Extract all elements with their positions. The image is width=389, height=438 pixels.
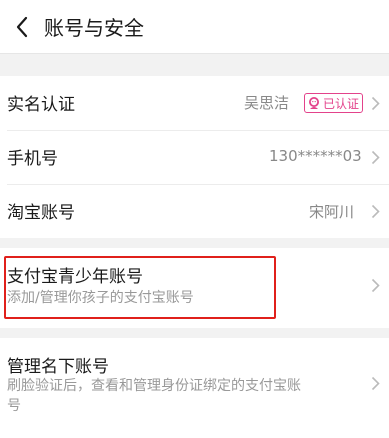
chevron-right-icon: [371, 96, 380, 111]
taobao-account-label: 淘宝账号: [7, 203, 75, 223]
chevron-right-icon: [371, 376, 380, 391]
teen-account-row[interactable]: 支付宝青少年账号 添加/管理你孩子的支付宝账号: [0, 248, 389, 328]
user-avatar-icon: [309, 97, 319, 109]
teen-account-description: 添加/管理你孩子的支付宝账号: [7, 290, 194, 306]
verified-badge-text: 已认证: [323, 96, 360, 111]
teen-account-group: 支付宝青少年账号 添加/管理你孩子的支付宝账号: [0, 248, 389, 328]
manage-accounts-description-line2: 号: [7, 398, 21, 414]
chevron-right-icon: [371, 150, 380, 165]
phone-label: 手机号: [7, 149, 58, 169]
back-button[interactable]: [4, 0, 40, 53]
taobao-account-value: 宋阿川: [309, 203, 355, 221]
manage-accounts-row[interactable]: 管理名下账号 刷脸验证后，查看和管理身份证绑定的支付宝账 号: [0, 338, 389, 438]
manage-accounts-label: 管理名下账号: [7, 357, 109, 377]
taobao-account-row[interactable]: 淘宝账号 宋阿川: [0, 185, 389, 238]
real-name-value: 吴思洁: [244, 94, 290, 112]
real-name-row[interactable]: 实名认证 吴思洁 已认证: [0, 76, 389, 130]
chevron-left-icon: [16, 16, 28, 37]
manage-accounts-description-line1: 刷脸验证后，查看和管理身份证绑定的支付宝账: [7, 378, 301, 394]
phone-row[interactable]: 手机号 130******03: [0, 131, 389, 184]
chevron-right-icon: [371, 278, 380, 293]
phone-value: 130******03: [269, 147, 362, 165]
verified-badge: 已认证: [304, 93, 364, 113]
header-divider: [0, 53, 389, 54]
account-info-group: 实名认证 吴思洁 已认证 手机号 130******03 淘宝账号 宋阿川: [0, 76, 389, 238]
teen-account-label: 支付宝青少年账号: [7, 267, 143, 287]
page-title: 账号与安全: [44, 16, 144, 40]
chevron-right-icon: [371, 204, 380, 219]
top-bar: 账号与安全: [0, 0, 389, 53]
real-name-label: 实名认证: [7, 95, 75, 115]
manage-accounts-group: 管理名下账号 刷脸验证后，查看和管理身份证绑定的支付宝账 号: [0, 338, 389, 438]
